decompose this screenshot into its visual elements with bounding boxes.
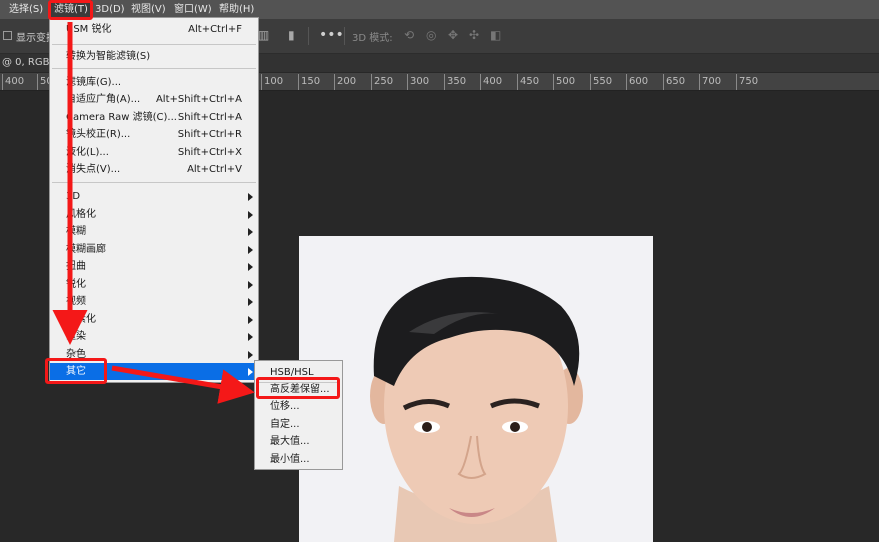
submenu-arrow-icon (248, 246, 253, 254)
menu-item-vanishing-point[interactable]: 消失点(V)... Alt+Ctrl+V (50, 161, 258, 178)
menu-item-distort[interactable]: 扭曲 (50, 258, 258, 275)
menu-item-pixelate[interactable]: 像素化 (50, 311, 258, 328)
ruler-major-tick (590, 74, 591, 90)
ellipsis-icon[interactable]: ••• (319, 27, 344, 43)
3d-roll-icon[interactable]: ◎ (426, 28, 436, 42)
ruler-major-tick (407, 74, 408, 90)
ruler-label: 600 (629, 76, 649, 87)
ruler-label: 350 (447, 76, 467, 87)
ruler-major-tick (371, 74, 372, 90)
menu-divider (52, 68, 256, 69)
highlight-other-item (45, 358, 107, 384)
separator (308, 27, 309, 45)
submenu-arrow-icon (248, 193, 253, 201)
submenu-item-offset[interactable]: 位移... (255, 398, 342, 415)
ruler-major-tick (261, 74, 262, 90)
ruler-label: 150 (301, 76, 321, 87)
menu-item-render[interactable]: 渲染 (50, 328, 258, 345)
ruler-label: 750 (739, 76, 759, 87)
submenu-arrow-icon (248, 298, 253, 306)
menu-select[interactable]: 选择(S) (9, 0, 43, 19)
ruler-label: 250 (374, 76, 394, 87)
distribute-icon[interactable]: ▮ (288, 28, 295, 42)
submenu-arrow-icon (248, 281, 253, 289)
align-icon[interactable]: ▥ (258, 28, 269, 42)
submenu-item-minimum[interactable]: 最小值... (255, 451, 342, 468)
ruler-label: 200 (337, 76, 357, 87)
3d-camera-icon[interactable]: ◧ (490, 28, 501, 42)
menu-item-3d[interactable]: 3D (50, 188, 258, 205)
submenu-arrow-icon (248, 228, 253, 236)
submenu-item-custom[interactable]: 自定... (255, 416, 342, 433)
ruler-major-tick (480, 74, 481, 90)
submenu-arrow-icon (248, 351, 253, 359)
submenu-arrow-icon (248, 211, 253, 219)
submenu-arrow-icon (248, 368, 253, 376)
ruler-major-tick (298, 74, 299, 90)
ruler-label: 400 (483, 76, 503, 87)
menu-item-adaptive-wide-angle[interactable]: 自适应广角(A)... Alt+Shift+Ctrl+A (50, 91, 258, 108)
submenu-arrow-icon (248, 263, 253, 271)
3d-pan-icon[interactable]: ✥ (448, 28, 458, 42)
menu-divider (52, 182, 256, 183)
menu-item-liquify[interactable]: 液化(L)... Shift+Ctrl+X (50, 144, 258, 161)
menu-item-blur-gallery[interactable]: 模糊画廊 (50, 241, 258, 258)
show-transform-checkbox[interactable] (3, 31, 12, 40)
ruler-major-tick (699, 74, 700, 90)
ruler-label: 500 (556, 76, 576, 87)
menu-item-video[interactable]: 视频 (50, 293, 258, 310)
ruler-label: 450 (520, 76, 540, 87)
menu-item-stylize[interactable]: 风格化 (50, 206, 258, 223)
highlight-high-pass-item (256, 377, 340, 399)
ruler-major-tick (444, 74, 445, 90)
submenu-arrow-icon (248, 316, 253, 324)
menu-item-convert-smart-filter[interactable]: 转换为智能滤镜(S) (50, 48, 258, 65)
portrait-photo (299, 236, 653, 542)
ruler-major-tick (553, 74, 554, 90)
ruler-label: 100 (264, 76, 284, 87)
ruler-label: 650 (666, 76, 686, 87)
ruler-major-tick (334, 74, 335, 90)
menu-divider (52, 44, 256, 45)
ruler-major-tick (517, 74, 518, 90)
ruler-major-tick (663, 74, 664, 90)
ruler-major-tick (2, 74, 3, 90)
ruler-major-tick (626, 74, 627, 90)
ruler-major-tick (37, 74, 38, 90)
menu-item-lens-correction[interactable]: 镜头校正(R)... Shift+Ctrl+R (50, 126, 258, 143)
separator (344, 27, 345, 45)
highlight-filter-menu (48, 0, 93, 20)
ruler-major-tick (736, 74, 737, 90)
3d-mode-label: 3D 模式: (352, 33, 393, 44)
ruler-label: 550 (593, 76, 613, 87)
ruler-label: 700 (702, 76, 722, 87)
submenu-arrow-icon (248, 333, 253, 341)
menu-item-usm-sharpen[interactable]: USM 锐化 Alt+Ctrl+F (50, 21, 258, 38)
menu-item-blur[interactable]: 模糊 (50, 223, 258, 240)
filter-menu-dropdown: USM 锐化 Alt+Ctrl+F 转换为智能滤镜(S) 滤镜库(G)... 自… (49, 17, 259, 383)
menu-item-sharpen[interactable]: 锐化 (50, 276, 258, 293)
submenu-item-maximum[interactable]: 最大值... (255, 433, 342, 450)
menu-item-camera-raw[interactable]: Camera Raw 滤镜(C)... Shift+Ctrl+A (50, 109, 258, 126)
menu-item-filter-gallery[interactable]: 滤镜库(G)... (50, 74, 258, 91)
ruler-label: 400 (5, 76, 25, 87)
ruler-label: 300 (410, 76, 430, 87)
portrait-illustration (299, 236, 653, 542)
3d-orbit-icon[interactable]: ⟲ (404, 28, 414, 42)
3d-slide-icon[interactable]: ✣ (469, 28, 479, 42)
